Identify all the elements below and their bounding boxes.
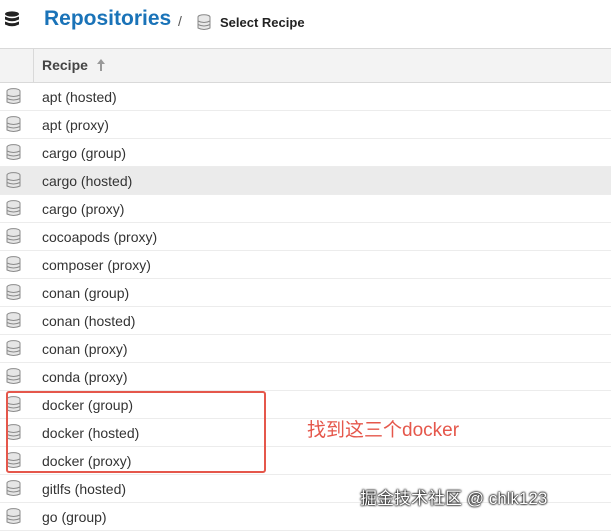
- database-icon: [6, 228, 21, 245]
- database-icon: [6, 116, 21, 133]
- database-icon: [6, 480, 21, 497]
- database-icon: [6, 284, 21, 301]
- database-icon: [6, 88, 21, 105]
- recipe-column-header[interactable]: Recipe: [42, 57, 88, 73]
- table-row[interactable]: apt (proxy): [0, 111, 611, 139]
- database-icon: [6, 368, 21, 385]
- table-row[interactable]: docker (proxy): [0, 447, 611, 475]
- breadcrumb-current: Select Recipe: [220, 15, 305, 30]
- recipe-name: docker (group): [42, 397, 134, 413]
- annotation-text: 找到这三个docker: [307, 420, 460, 441]
- database-icon: [6, 172, 21, 189]
- recipe-name: composer (proxy): [42, 257, 151, 273]
- table-row[interactable]: cargo (hosted): [0, 167, 611, 195]
- recipe-name: apt (proxy): [42, 117, 109, 133]
- table-row[interactable]: apt (hosted): [0, 83, 611, 111]
- recipe-name: cargo (group): [42, 145, 127, 161]
- table-row[interactable]: cargo (proxy): [0, 195, 611, 223]
- database-icon: [5, 11, 19, 27]
- recipe-name: docker (hosted): [42, 425, 140, 441]
- recipe-name: cocoapods (proxy): [42, 229, 158, 245]
- database-icon: [6, 200, 21, 217]
- table-row[interactable]: conda (proxy): [0, 363, 611, 391]
- table-row[interactable]: docker (group): [0, 391, 611, 419]
- icon-column-header: [0, 49, 34, 82]
- page-title[interactable]: Repositories: [44, 7, 171, 31]
- sort-up-arrow-icon[interactable]: [96, 58, 106, 72]
- recipe-name: conan (group): [42, 285, 130, 301]
- database-icon: [6, 508, 21, 525]
- recipe-table: Recipe apt (hosted) apt (proxy) cargo (gro…: [0, 48, 611, 531]
- recipe-name: cargo (hosted): [42, 173, 133, 189]
- recipe-name: cargo (proxy): [42, 201, 125, 217]
- database-icon: [197, 14, 211, 30]
- breadcrumb-separator: /: [178, 13, 182, 29]
- page-header: Repositories / Select Recipe: [0, 0, 611, 48]
- database-icon: [6, 424, 21, 441]
- database-icon: [6, 312, 21, 329]
- table-header: Recipe: [0, 49, 611, 83]
- database-icon: [6, 144, 21, 161]
- table-row[interactable]: cocoapods (proxy): [0, 223, 611, 251]
- database-icon: [6, 396, 21, 413]
- recipe-name: conda (proxy): [42, 369, 128, 385]
- watermark: 掘金技术社区 @ chlk123: [360, 489, 548, 508]
- table-row[interactable]: conan (proxy): [0, 335, 611, 363]
- recipe-name: docker (proxy): [42, 453, 132, 469]
- recipe-name: apt (hosted): [42, 89, 117, 105]
- recipe-name: conan (proxy): [42, 341, 128, 357]
- table-row[interactable]: conan (hosted): [0, 307, 611, 335]
- database-icon: [6, 452, 21, 469]
- recipe-name: gitlfs (hosted): [42, 481, 127, 497]
- table-row[interactable]: composer (proxy): [0, 251, 611, 279]
- table-row[interactable]: conan (group): [0, 279, 611, 307]
- database-icon: [6, 256, 21, 273]
- recipe-name: conan (hosted): [42, 313, 136, 329]
- database-icon: [6, 340, 21, 357]
- table-body: apt (hosted) apt (proxy) cargo (group) carg…: [0, 83, 611, 531]
- table-row[interactable]: docker (hosted): [0, 419, 611, 447]
- table-row[interactable]: cargo (group): [0, 139, 611, 167]
